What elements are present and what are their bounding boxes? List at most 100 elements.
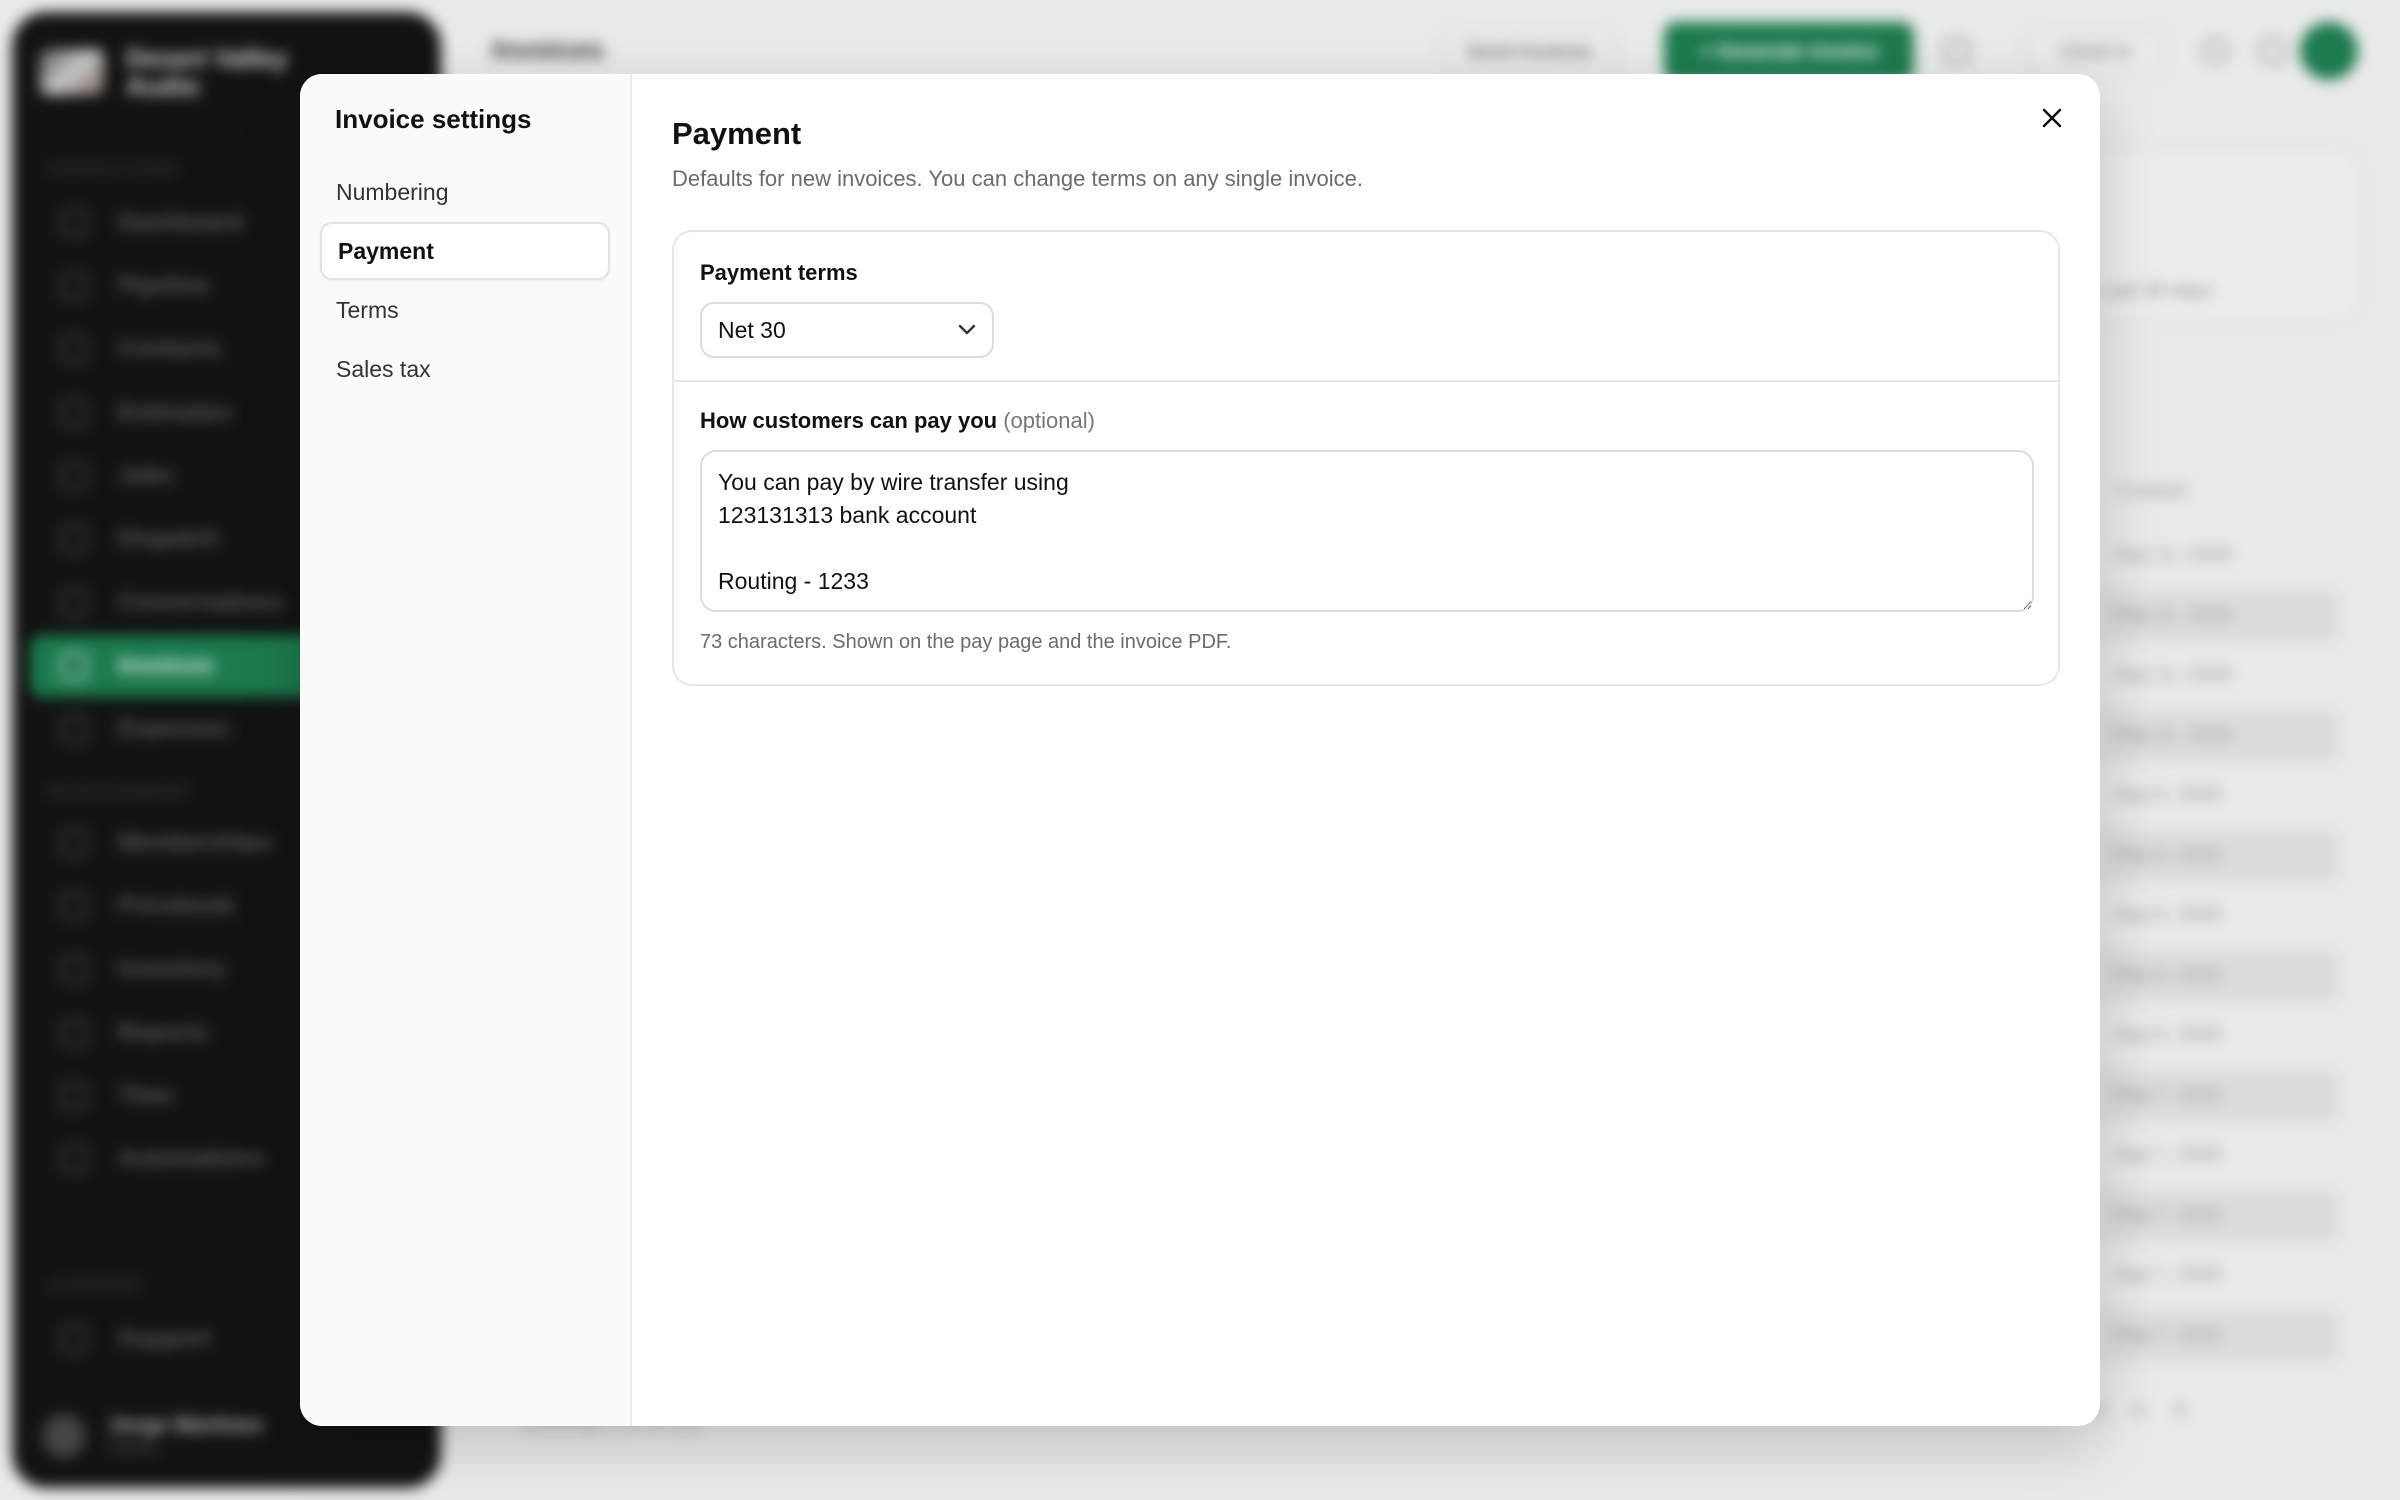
sidebar-item-label: Time — [118, 1082, 174, 1109]
payment-terms-value: Net 30 — [718, 316, 786, 343]
sidebar-item-label: Conversations — [118, 589, 285, 616]
send-invoices-button[interactable]: Send Invoices — [1442, 28, 1616, 76]
sidebar-item-label: Memberships — [118, 829, 273, 856]
table-row[interactable]: Sep 11, 2026 — [2100, 710, 2340, 762]
section-title: Payment — [672, 116, 802, 151]
row-created-date: Sep 8, 2026 — [2114, 1024, 2222, 1046]
settings-content: Payment Defaults for new invoices. You c… — [632, 74, 2100, 1426]
row-created-date: Sep 7, 2026 — [2114, 1324, 2222, 1346]
row-created-date: Sep 7, 2026 — [2114, 1204, 2222, 1226]
sidebar-item-label: Inventory — [118, 955, 227, 982]
dispatch-icon — [60, 525, 88, 553]
time-icon — [60, 1082, 88, 1110]
table-row[interactable]: Sep 8, 2026 — [2100, 950, 2340, 1002]
table-row[interactable]: Sep 8, 2026 — [2100, 770, 2340, 822]
brand-logo — [40, 49, 104, 95]
row-created-date: Sep 11, 2026 — [2114, 724, 2232, 746]
table-row[interactable]: Sep 11, 2026 — [2100, 530, 2340, 582]
row-created-date: Sep 8, 2026 — [2114, 844, 2222, 866]
settings-nav-payment[interactable]: Payment — [320, 222, 610, 280]
pipeline-icon — [60, 272, 88, 300]
table-row[interactable]: Sep 7, 2026 — [2100, 1190, 2340, 1242]
table-row[interactable]: Sep 8, 2026 — [2100, 1010, 2340, 1062]
row-created-date: Sep 11, 2026 — [2114, 664, 2232, 686]
automations-icon — [60, 1145, 88, 1173]
stats-note: Last 30 days — [2100, 280, 2214, 302]
pay-method-helper: 73 characters. Shown on the pay page and… — [700, 631, 1232, 653]
pay-method-label-text: How customers can pay you — [700, 408, 998, 433]
dashboard-icon — [60, 209, 88, 237]
table-row[interactable]: Sep 8, 2026 — [2100, 890, 2340, 942]
sidebar-section-label: MANAGEMENT — [48, 782, 192, 801]
user-role: Admin — [108, 1438, 160, 1458]
close-icon — [2042, 108, 2062, 128]
table-row[interactable]: Sep 7, 2026 — [2100, 1310, 2340, 1362]
row-created-date: Sep 8, 2026 — [2114, 784, 2222, 806]
sidebar-user[interactable]: Jorge Martinez Admin — [42, 1412, 263, 1459]
payment-terms-label: Payment terms — [700, 260, 858, 285]
page-title: Invoices — [492, 34, 605, 65]
chevron-down-icon — [958, 324, 976, 335]
jobs-icon — [60, 462, 88, 490]
sidebar-item-label: Expenses — [118, 715, 231, 742]
page-button[interactable]: 4 — [2133, 1400, 2144, 1423]
pay-method-block: How customers can pay you (optional) 73 … — [674, 382, 2058, 684]
payment-terms-block: Payment terms Net 30 — [674, 232, 2058, 382]
sidebar-item-label: Reports — [118, 1019, 209, 1046]
column-header-created[interactable]: Created — [2116, 480, 2187, 503]
bell-icon[interactable] — [2260, 38, 2286, 64]
support-icon — [60, 1325, 88, 1353]
page-button[interactable]: 5 — [2175, 1400, 2186, 1423]
table-row[interactable]: Sep 7, 2026 — [2100, 1070, 2340, 1122]
modal-title: Invoice settings — [335, 104, 532, 134]
sidebar-item-label: Pipeline — [118, 272, 211, 299]
sidebar-item-label: Dispatch — [118, 525, 220, 552]
generate-invoice-button[interactable]: + Generate invoice — [1664, 22, 1914, 82]
settings-nav-terms[interactable]: Terms — [320, 281, 610, 339]
settings-nav: Invoice settings Numbering Payment Terms Sa… — [300, 74, 632, 1426]
sidebar-item-label: Estimates — [118, 399, 232, 426]
contacts-icon — [60, 335, 88, 363]
pricebook-icon — [60, 892, 88, 920]
payment-settings-card: Payment terms Net 30 How customers can p… — [672, 230, 2060, 686]
sidebar-item-label: Contacts — [118, 335, 221, 362]
table-row[interactable]: Sep 7, 2026 — [2100, 1130, 2340, 1182]
table-row[interactable]: Sep 7, 2026 — [2100, 1250, 2340, 1302]
section-description: Defaults for new invoices. You can chang… — [672, 166, 1363, 191]
sidebar-item-label: Dashboard — [118, 209, 244, 236]
clock-in-button[interactable]: Clock in — [2026, 28, 2166, 76]
row-created-date: Sep 8, 2026 — [2114, 964, 2222, 986]
close-button[interactable] — [2030, 96, 2074, 140]
memberships-icon — [60, 829, 88, 857]
brand: Desert Valley Audio — [40, 44, 296, 100]
row-created-date: Sep 11, 2026 — [2114, 604, 2232, 626]
invoice-settings-modal: Invoice settings Numbering Payment Terms Sa… — [300, 74, 2100, 1426]
pay-method-textarea[interactable] — [700, 450, 2034, 612]
optional-tag: (optional) — [1003, 408, 1095, 433]
row-created-date: Sep 7, 2026 — [2114, 1264, 2222, 1286]
settings-nav-numbering[interactable]: Numbering — [320, 163, 610, 221]
sidebar-item-label: Support — [118, 1325, 210, 1352]
avatar — [42, 1413, 86, 1458]
sidebar-item-label: Automations — [118, 1145, 265, 1172]
payment-terms-select[interactable]: Net 30 — [700, 302, 994, 358]
reports-icon — [60, 1019, 88, 1047]
sidebar-section-label: SUPPORT — [48, 1276, 145, 1295]
inventory-icon — [60, 955, 88, 983]
user-name: Jorge Martinez — [108, 1412, 264, 1437]
expenses-icon — [60, 715, 88, 743]
table-row[interactable]: Sep 11, 2026 — [2100, 650, 2340, 702]
sidebar-item-label: Jobs — [118, 462, 175, 489]
invoices-icon — [60, 652, 88, 680]
table-row[interactable]: Sep 11, 2026 — [2100, 590, 2340, 642]
phone-avatar[interactable] — [2300, 22, 2358, 80]
sidebar-item-label: Invoices — [118, 652, 215, 679]
close-icon[interactable] — [2202, 38, 2228, 64]
row-created-date: Sep 7, 2026 — [2114, 1084, 2222, 1106]
settings-nav-sales-tax[interactable]: Sales tax — [320, 340, 610, 398]
conversations-icon — [60, 589, 88, 617]
grid-icon[interactable] — [1944, 38, 1970, 64]
table-row[interactable]: Sep 8, 2026 — [2100, 830, 2340, 882]
row-created-date: Sep 11, 2026 — [2114, 544, 2232, 566]
row-created-date: Sep 8, 2026 — [2114, 904, 2222, 926]
